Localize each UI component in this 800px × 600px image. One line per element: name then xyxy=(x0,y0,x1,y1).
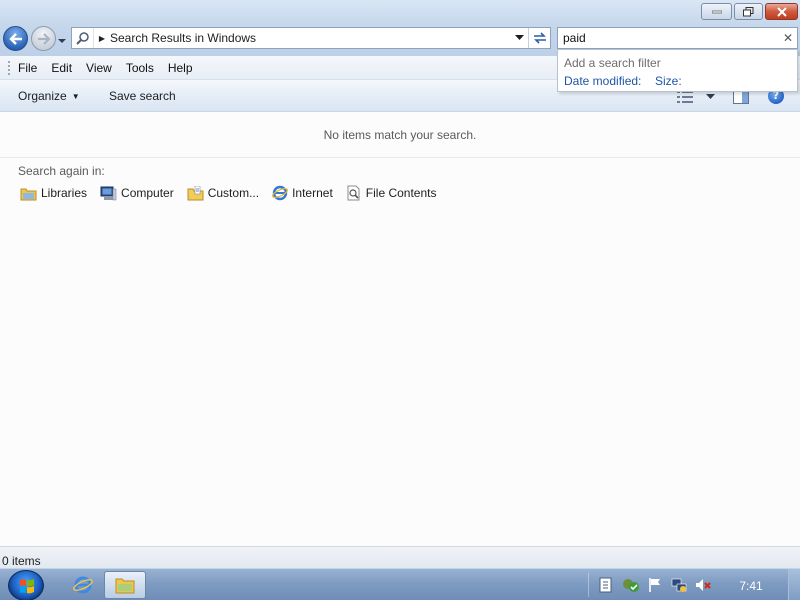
tray-separator xyxy=(588,573,589,597)
search-again-internet[interactable]: Internet xyxy=(272,185,333,201)
search-again-custom[interactable]: Custom... xyxy=(187,185,260,201)
address-bar[interactable]: ▶ Search Results in Windows xyxy=(71,27,551,49)
custom-folder-icon xyxy=(187,185,204,200)
security-shield-icon[interactable] xyxy=(622,577,639,593)
filter-date-modified[interactable]: Date modified: xyxy=(564,74,641,88)
search-again-file-contents[interactable]: File Contents xyxy=(346,185,437,201)
refresh-icon xyxy=(533,32,546,44)
search-again-label-libraries: Libraries xyxy=(41,186,88,200)
search-again-computer[interactable]: Computer xyxy=(100,186,174,201)
chevron-down-icon: ▼ xyxy=(71,91,80,101)
computer-icon xyxy=(100,186,117,200)
menu-file[interactable]: File xyxy=(18,61,37,75)
chevron-down-icon xyxy=(514,35,524,40)
item-count: 0 items xyxy=(2,554,41,568)
minimize-icon xyxy=(711,10,722,13)
search-again-label-internet: Internet xyxy=(292,186,333,200)
refresh-button[interactable] xyxy=(528,28,550,48)
views-icon xyxy=(677,91,693,103)
restore-button[interactable] xyxy=(734,3,763,20)
search-icon xyxy=(72,28,94,48)
libraries-icon xyxy=(20,188,37,200)
flag-icon[interactable] xyxy=(647,577,663,593)
search-again-label-file-contents: File Contents xyxy=(365,186,437,200)
restore-icon xyxy=(743,6,754,16)
search-filter-title: Add a search filter xyxy=(564,56,661,70)
file-contents-icon xyxy=(347,185,360,201)
breadcrumb[interactable]: Search Results in Windows xyxy=(110,31,510,45)
search-again-label-custom: Custom... xyxy=(207,186,260,200)
network-icon[interactable] xyxy=(671,577,687,593)
search-filter-dropdown: Add a search filter Date modified: Size: xyxy=(557,49,798,92)
search-again-list: Libraries Computer Custom... Internet Fi… xyxy=(20,185,449,201)
internet-explorer-icon xyxy=(73,576,93,594)
windows-logo-icon xyxy=(20,579,34,594)
menu-edit[interactable]: Edit xyxy=(51,61,72,75)
organize-button[interactable]: Organize ▼ xyxy=(18,89,80,103)
forward-button[interactable] xyxy=(31,26,56,51)
back-arrow-icon xyxy=(8,32,22,45)
windows-explorer-icon xyxy=(115,578,135,594)
internet-explorer-icon xyxy=(272,185,289,201)
volume-muted-icon[interactable] xyxy=(695,577,711,593)
taskbar: 7:41 xyxy=(0,568,800,600)
breadcrumb-separator-icon[interactable]: ▶ xyxy=(94,34,110,43)
search-again-label-computer: Computer xyxy=(121,186,174,200)
close-button[interactable] xyxy=(765,3,798,20)
taskbar-clock[interactable]: 7:41 xyxy=(728,579,774,593)
organize-label: Organize xyxy=(18,89,67,103)
filter-size[interactable]: Size: xyxy=(655,74,682,88)
start-button[interactable] xyxy=(8,570,44,600)
address-dropdown[interactable] xyxy=(510,28,528,48)
search-again-libraries[interactable]: Libraries xyxy=(20,186,87,201)
minimize-button[interactable] xyxy=(701,3,732,20)
close-icon xyxy=(776,6,787,17)
chevron-down-icon xyxy=(706,94,715,99)
chevron-down-icon xyxy=(58,39,66,43)
menu-grip xyxy=(8,60,12,75)
menu-help[interactable]: Help xyxy=(168,61,193,75)
forward-arrow-icon xyxy=(37,32,51,45)
recent-pages-dropdown[interactable] xyxy=(57,34,67,43)
back-button[interactable] xyxy=(3,26,28,51)
status-bar: 0 items xyxy=(0,546,800,568)
action-center-icon[interactable] xyxy=(598,577,614,593)
clear-search-icon[interactable]: ✕ xyxy=(779,31,797,45)
taskbar-windows-explorer[interactable] xyxy=(104,571,146,599)
save-search-button[interactable]: Save search xyxy=(109,89,176,103)
show-desktop-button[interactable] xyxy=(788,569,800,600)
search-input[interactable] xyxy=(558,29,779,47)
search-box[interactable]: ✕ xyxy=(557,27,798,49)
divider xyxy=(0,157,800,158)
menu-tools[interactable]: Tools xyxy=(126,61,154,75)
taskbar-internet-explorer[interactable] xyxy=(62,571,104,599)
search-again-label: Search again in: xyxy=(18,164,105,178)
menu-view[interactable]: View xyxy=(86,61,112,75)
empty-results-message: No items match your search. xyxy=(323,128,477,142)
